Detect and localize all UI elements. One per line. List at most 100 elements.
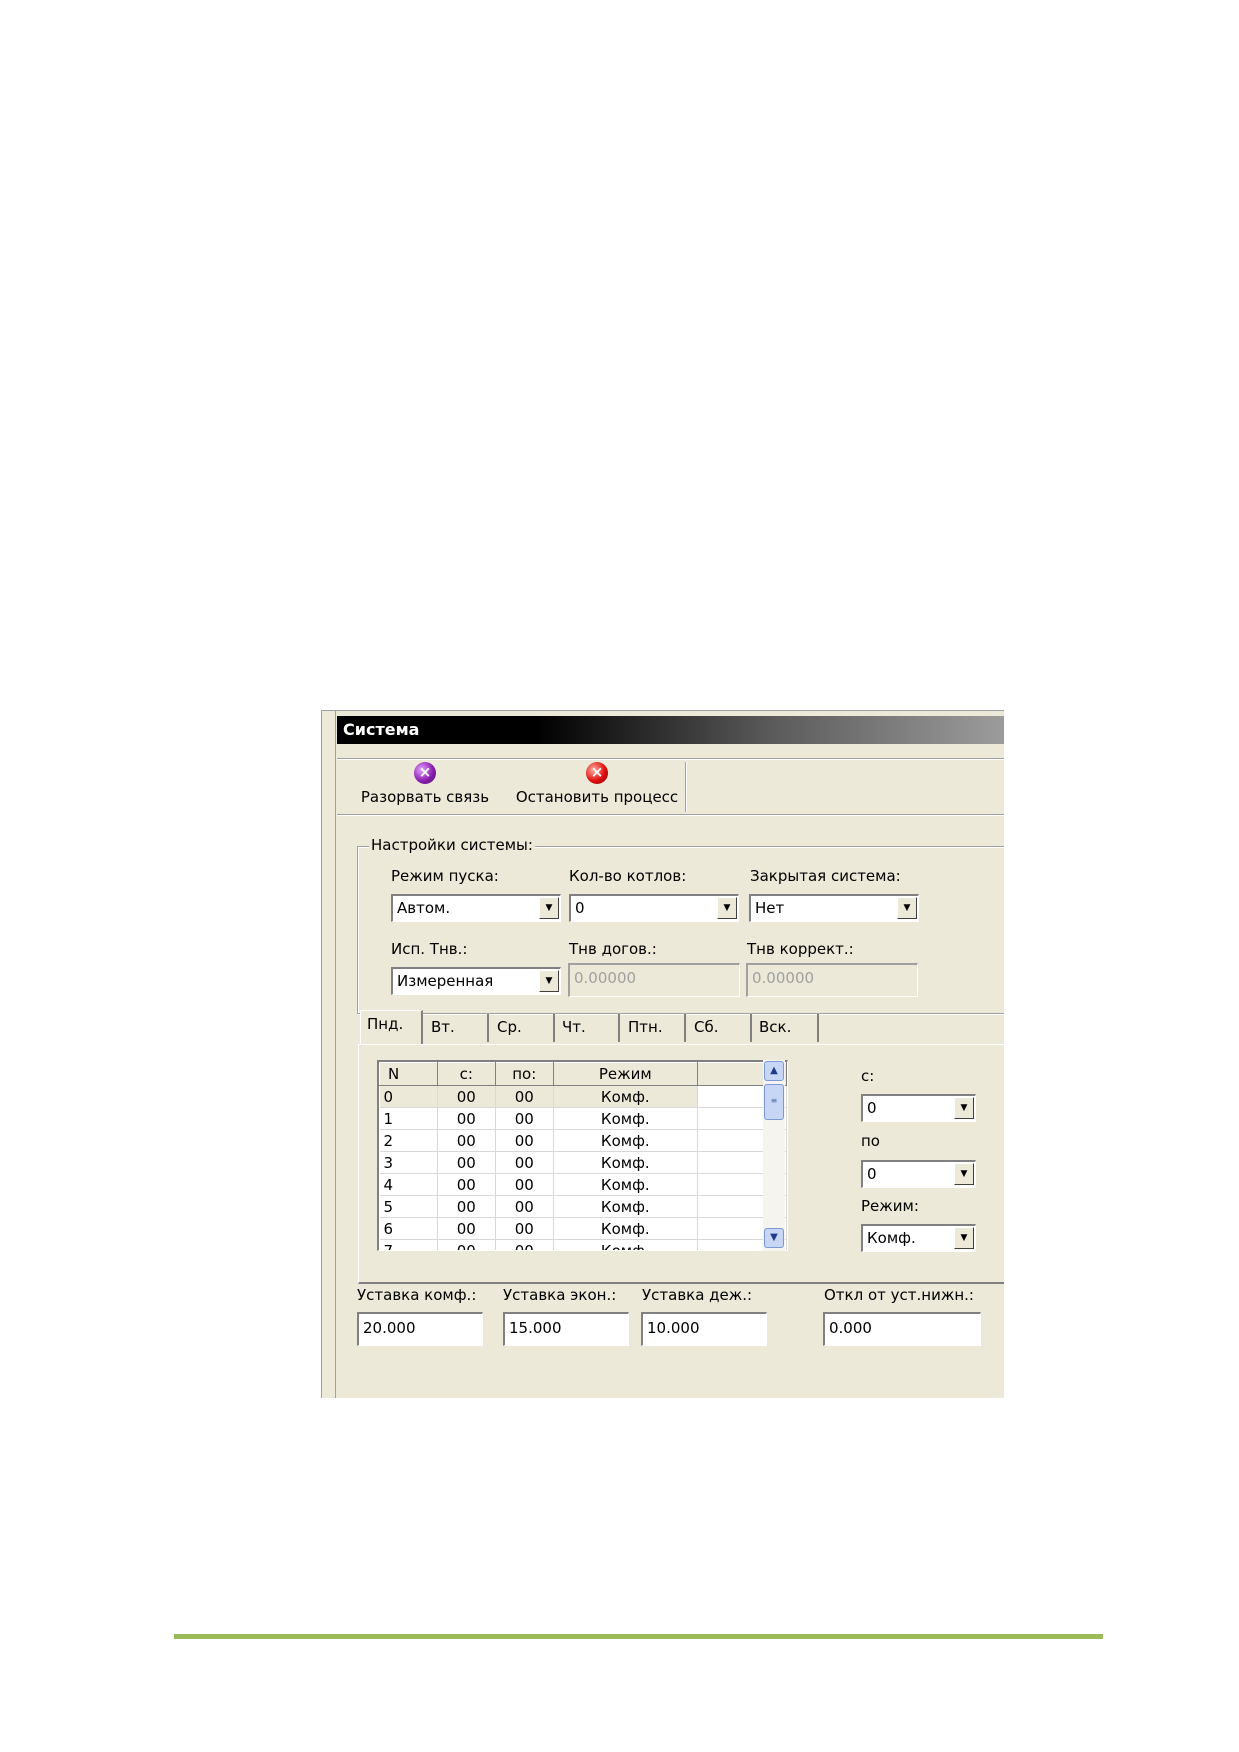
table-row[interactable]: 0 00 00 Комф. (379, 1085, 787, 1108)
toolbar-top-divider (337, 758, 1004, 760)
cell-n: 3 (379, 1151, 438, 1174)
cell-n: 0 (379, 1085, 438, 1108)
lower-deviation-label: Откл от уст.нижн.: (824, 1286, 974, 1304)
boiler-count-value: 0 (575, 899, 585, 917)
chevron-down-icon[interactable]: ▼ (954, 1163, 974, 1185)
scroll-up-icon[interactable]: ▲ (764, 1061, 784, 1081)
tnv-contract-field: 0.00000 (568, 963, 740, 997)
tab-thursday-label: Чт. (562, 1018, 586, 1036)
table-row[interactable]: 2 00 00 Комф. (379, 1129, 787, 1152)
table-row[interactable]: 5 00 00 Комф. (379, 1195, 787, 1218)
tnv-corrected-field: 0.00000 (746, 963, 918, 997)
footer-divider (174, 1634, 1103, 1639)
tab-tuesday[interactable]: Вт. (425, 1014, 489, 1042)
chevron-down-icon[interactable]: ▼ (539, 897, 559, 919)
tab-friday-label: Птн. (628, 1018, 663, 1036)
chevron-down-icon[interactable]: ▼ (897, 897, 917, 919)
closed-system-value: Нет (755, 899, 785, 917)
stop-process-button-label: Остановить процесс (515, 788, 679, 806)
cell-mode: Комф. (553, 1151, 698, 1174)
setpoint-standby-input[interactable]: 10.000 (641, 1312, 767, 1346)
setpoint-comfort-label: Уставка комф.: (357, 1286, 477, 1304)
tab-thursday[interactable]: Чт. (556, 1014, 620, 1042)
cell-to: 00 (495, 1107, 554, 1130)
cell-n: 1 (379, 1107, 438, 1130)
table-row[interactable]: 4 00 00 Комф. (379, 1173, 787, 1196)
cell-to: 00 (495, 1173, 554, 1196)
schedule-to-value: 0 (867, 1165, 877, 1183)
cell-mode: Комф. (553, 1129, 698, 1152)
tnv-usage-select[interactable]: Измеренная ▼ (391, 967, 561, 995)
schedule-scrollbar[interactable]: ▲ ≡ ▼ (763, 1060, 785, 1251)
table-row[interactable]: 6 00 00 Комф. (379, 1217, 787, 1240)
chevron-down-icon[interactable]: ▼ (954, 1227, 974, 1249)
schedule-mode-select[interactable]: Комф. ▼ (861, 1224, 976, 1252)
cell-n: 2 (379, 1129, 438, 1152)
cell-to: 00 (495, 1195, 554, 1218)
setpoint-economy-label: Уставка экон.: (503, 1286, 617, 1304)
chevron-down-icon[interactable]: ▼ (539, 970, 559, 992)
schedule-from-select[interactable]: 0 ▼ (861, 1094, 976, 1122)
tab-wednesday[interactable]: Ср. (491, 1014, 555, 1042)
chevron-down-icon[interactable]: ▼ (954, 1097, 974, 1119)
schedule-from-label: с: (861, 1067, 875, 1085)
chevron-down-icon[interactable]: ▼ (717, 897, 737, 919)
scroll-down-icon[interactable]: ▼ (764, 1228, 784, 1248)
column-header-mode[interactable]: Режим (552, 1062, 698, 1086)
window-frame-left-outer (321, 710, 322, 1398)
column-header-from[interactable]: с: (436, 1062, 496, 1086)
disconnect-button[interactable]: Разорвать связь (359, 762, 491, 812)
cell-to: 00 (495, 1151, 554, 1174)
toolbar-separator (685, 762, 687, 812)
tab-friday[interactable]: Птн. (622, 1014, 686, 1042)
table-row[interactable]: 3 00 00 Комф. (379, 1151, 787, 1174)
tnv-usage-label: Исп. Тнв.: (391, 940, 468, 958)
scroll-thumb[interactable]: ≡ (764, 1084, 784, 1120)
tab-tuesday-label: Вт. (431, 1018, 455, 1036)
start-mode-label: Режим пуска: (391, 867, 499, 885)
tab-monday[interactable]: Пнд. (360, 1010, 423, 1044)
window-frame-top (321, 710, 1004, 711)
cell-mode: Комф. (553, 1173, 698, 1196)
cell-from: 00 (437, 1129, 496, 1152)
cell-from: 00 (437, 1107, 496, 1130)
cell-from: 00 (437, 1173, 496, 1196)
window-frame-left-inner (335, 710, 336, 1398)
table-header-row: N с: по: Режим (379, 1062, 787, 1086)
schedule-to-select[interactable]: 0 ▼ (861, 1160, 976, 1188)
column-header-to[interactable]: по: (494, 1062, 554, 1086)
window-title: Система (337, 716, 1004, 744)
cell-mode: Комф. (553, 1085, 698, 1108)
cell-mode: Комф. (553, 1217, 698, 1240)
tab-saturday[interactable]: Сб. (688, 1014, 752, 1042)
schedule-table[interactable]: N с: по: Режим 0 00 00 Комф. 1 00 00 Ком… (377, 1060, 788, 1251)
column-header-n[interactable]: N (379, 1062, 438, 1086)
cell-from: 00 (437, 1217, 496, 1240)
stop-process-button[interactable]: Остановить процесс (515, 762, 679, 812)
tab-sunday[interactable]: Вск. (753, 1014, 819, 1042)
cell-n: 7 (379, 1239, 438, 1250)
cell-mode: Комф. (553, 1195, 698, 1218)
setpoint-economy-input[interactable]: 15.000 (503, 1312, 629, 1346)
cell-from: 00 (437, 1239, 496, 1250)
cell-mode: Комф. (553, 1107, 698, 1130)
table-row[interactable]: 1 00 00 Комф. (379, 1107, 787, 1130)
tab-saturday-label: Сб. (694, 1018, 719, 1036)
setpoint-standby-label: Уставка деж.: (642, 1286, 753, 1304)
cell-to: 00 (495, 1217, 554, 1240)
lower-deviation-input[interactable]: 0.000 (823, 1312, 981, 1346)
table-row[interactable]: 7 00 00 Комф. (379, 1239, 787, 1250)
schedule-mode-value: Комф. (867, 1229, 916, 1247)
start-mode-value: Автом. (397, 899, 451, 917)
cell-from: 00 (437, 1151, 496, 1174)
tnv-corrected-label: Тнв коррект.: (747, 940, 854, 958)
stop-process-icon (586, 762, 608, 784)
system-window: Система Разорвать связь Остановить проце… (321, 710, 1004, 1398)
start-mode-select[interactable]: Автом. ▼ (391, 894, 561, 922)
tab-sunday-label: Вск. (759, 1018, 792, 1036)
boiler-count-label: Кол-во котлов: (569, 867, 687, 885)
tnv-usage-value: Измеренная (397, 972, 494, 990)
setpoint-comfort-input[interactable]: 20.000 (357, 1312, 483, 1346)
closed-system-select[interactable]: Нет ▼ (749, 894, 919, 922)
boiler-count-select[interactable]: 0 ▼ (569, 894, 739, 922)
